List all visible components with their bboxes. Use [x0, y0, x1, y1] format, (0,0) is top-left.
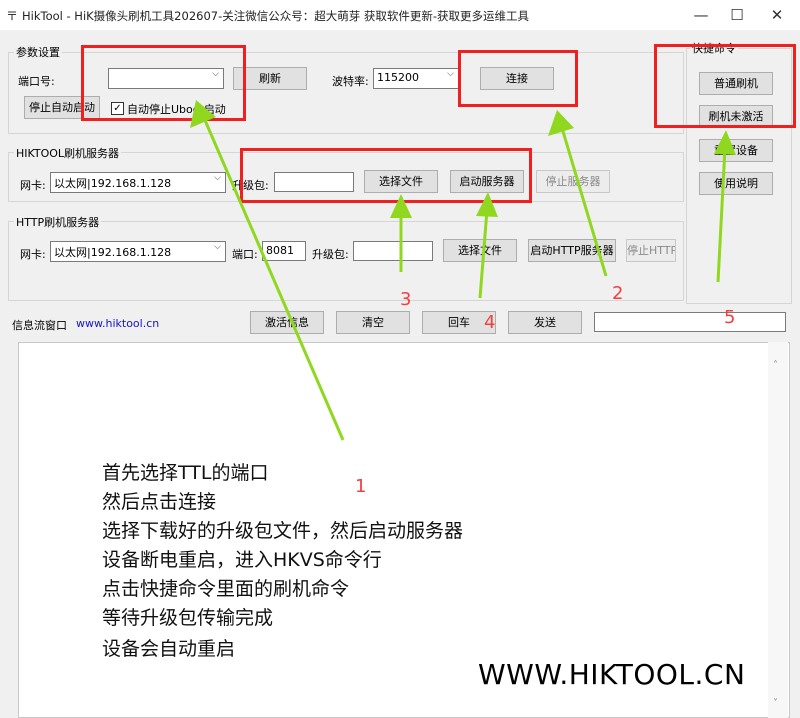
- arrow-step-5: [714, 130, 736, 283]
- arrow-step-4: [476, 192, 498, 299]
- arrow-step-1: [190, 100, 345, 441]
- arrow-step-2: [548, 110, 608, 277]
- annotation-arrows: [190, 100, 736, 441]
- arrow-step-3: [390, 194, 412, 272]
